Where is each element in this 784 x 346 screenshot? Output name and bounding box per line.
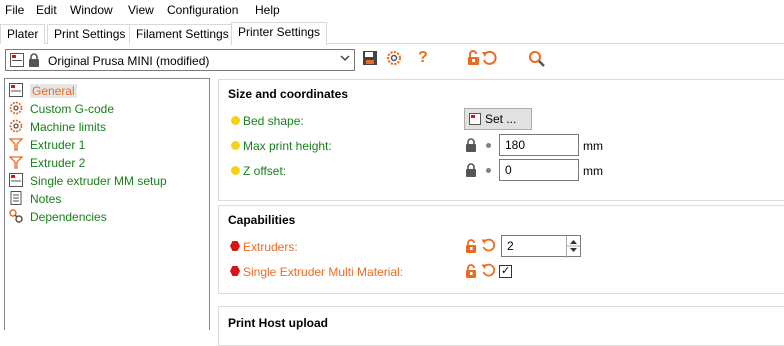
bed-shape-set-button[interactable]: Set ... [464, 108, 532, 130]
modified-value-hex-icon [230, 241, 240, 251]
gear-icon [9, 101, 25, 117]
tab-plater[interactable]: Plater [0, 24, 46, 44]
max-print-height-label: Max print height: [243, 139, 332, 153]
extruders-label: Extruders: [243, 240, 298, 254]
undo-arrow-icon[interactable] [481, 238, 496, 252]
undo-arrow-icon[interactable] [481, 263, 496, 277]
wrench-icon [9, 209, 25, 225]
menu-view[interactable]: View [128, 4, 154, 17]
tree-item-extruder-2[interactable]: Extruder 2 [8, 154, 85, 172]
tree-item-dependencies[interactable]: Dependencies [9, 208, 107, 226]
max-print-height-unit: mm [583, 139, 603, 153]
note-icon [9, 191, 25, 207]
preset-dropdown[interactable]: Original Prusa MINI (modified) [5, 49, 355, 71]
tree-item-general[interactable]: General [9, 82, 77, 100]
print-host-upload-section: Print Host upload [218, 306, 784, 346]
settings-tree: General Custom G-code Machine limits Ext… [4, 78, 210, 330]
z-offset-input[interactable]: 0 [499, 159, 579, 181]
system-value-dot [231, 166, 240, 175]
tree-item-extruder-1[interactable]: Extruder 1 [8, 136, 85, 154]
menu-bar: File Edit Window View Configuration Help [0, 0, 784, 21]
tree-item-single-extruder-mm[interactable]: Single extruder MM setup [9, 172, 167, 190]
max-print-height-input[interactable]: 180 [499, 134, 579, 156]
menu-configuration[interactable]: Configuration [167, 4, 238, 17]
question-icon[interactable]: ? [418, 50, 436, 68]
printer-icon [9, 83, 25, 99]
spin-buttons[interactable] [566, 236, 580, 258]
tab-filament-settings[interactable]: Filament Settings [129, 24, 236, 44]
menu-help[interactable]: Help [255, 4, 280, 17]
printer-icon [469, 113, 481, 125]
extruders-spinbox[interactable]: 2 [501, 235, 581, 258]
tree-item-machine-limits[interactable]: Machine limits [9, 118, 106, 136]
default-dot-icon[interactable] [486, 143, 491, 148]
lock-icon[interactable] [465, 138, 477, 152]
unlock-icon[interactable] [465, 264, 479, 278]
tab-bar: Plater Print Settings Filament Settings … [0, 21, 784, 45]
menu-window[interactable]: Window [70, 4, 113, 17]
z-offset-label: Z offset: [243, 164, 287, 178]
funnel-icon [8, 155, 25, 171]
preset-name: Original Prusa MINI (modified) [48, 54, 210, 68]
section-title: Capabilities [228, 213, 296, 227]
bed-shape-label: Bed shape: [243, 114, 304, 128]
lock-icon[interactable] [465, 163, 477, 177]
single-extruder-mm-label: Single Extruder Multi Material: [243, 265, 404, 279]
save-icon[interactable] [362, 50, 380, 68]
chevron-down-icon[interactable] [340, 53, 350, 66]
unlock-icon[interactable] [465, 239, 479, 253]
tab-print-settings[interactable]: Print Settings [47, 24, 133, 44]
gear-icon[interactable] [386, 50, 404, 68]
undo-arrow-icon[interactable] [481, 50, 499, 68]
z-offset-unit: mm [583, 164, 603, 178]
capabilities-section: Capabilities Extruders: 2 Single Extrude… [218, 205, 784, 294]
section-title: Size and coordinates [228, 87, 349, 101]
single-extruder-mm-checkbox[interactable]: ✓ [499, 264, 512, 278]
tree-item-notes[interactable]: Notes [9, 190, 61, 208]
section-title: Print Host upload [228, 316, 328, 330]
checkmark-icon: ✓ [501, 264, 511, 277]
search-icon[interactable] [528, 50, 546, 68]
menu-file[interactable]: File [5, 4, 24, 17]
system-value-dot [231, 116, 240, 125]
lock-icon [28, 53, 40, 67]
menu-edit[interactable]: Edit [36, 4, 57, 17]
tab-printer-settings[interactable]: Printer Settings [231, 22, 328, 45]
tree-item-custom-gcode[interactable]: Custom G-code [9, 100, 114, 118]
system-value-dot [231, 141, 240, 150]
printer-icon [9, 173, 25, 189]
size-coordinates-section: Size and coordinates Bed shape: Set ... … [218, 79, 784, 201]
default-dot-icon[interactable] [486, 168, 491, 173]
modified-value-hex-icon [230, 266, 240, 276]
funnel-icon [8, 137, 25, 153]
printer-icon [10, 53, 24, 67]
gear-icon [9, 119, 25, 135]
